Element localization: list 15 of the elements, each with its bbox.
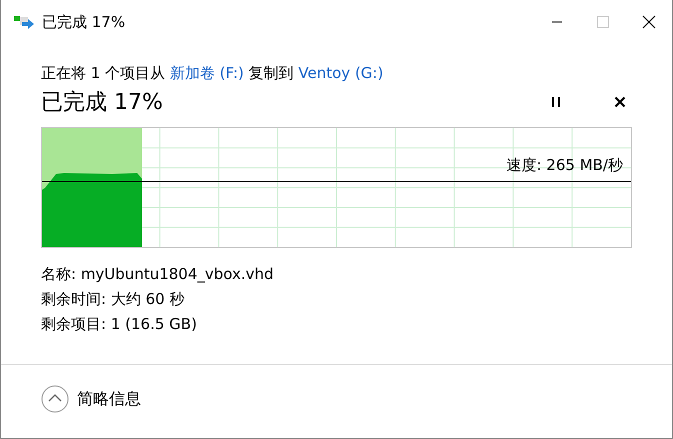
details-toggle[interactable]: 简略信息 (41, 385, 141, 413)
maximize-icon (597, 16, 609, 28)
close-icon (642, 15, 656, 29)
speed-label: 速度: 265 MB/秒 (506, 156, 623, 175)
progress-status: 已完成 17% (41, 89, 164, 117)
location-link[interactable]: 新加卷 (F:) (170, 64, 244, 82)
detail-text: 剩余时间: 大约 60 秒 (41, 289, 184, 310)
pause-icon (551, 96, 561, 108)
copy-icon (14, 14, 35, 30)
window-title: 已完成 17% (42, 12, 126, 32)
detail-text: 名称: myUbuntu1804_vbox.vhd (41, 264, 274, 285)
close-icon (614, 96, 626, 108)
detail-text: 剩余项目: 1 (16.5 GB) (41, 314, 197, 335)
copy-description: 正在将 1 个项目从 新加卷 (F:) 复制到 Ventoy (G:) (41, 64, 384, 83)
location-link[interactable]: Ventoy (G:) (298, 64, 384, 82)
